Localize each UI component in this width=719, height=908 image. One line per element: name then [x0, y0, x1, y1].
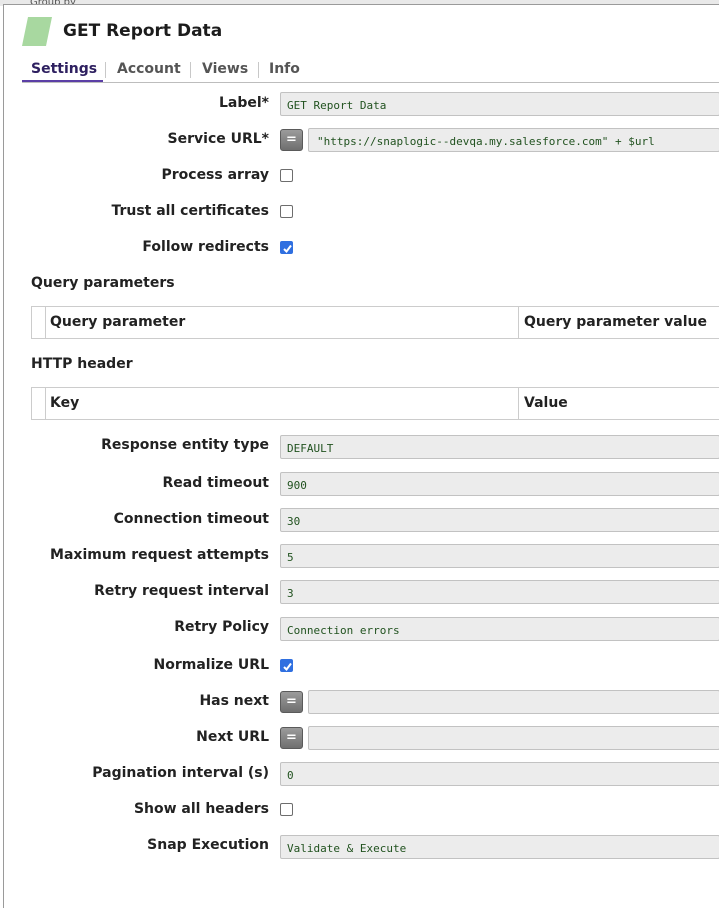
has-next-label: Has next: [199, 693, 269, 709]
column-divider: [518, 388, 519, 419]
snap-execution-label: Snap Execution: [147, 837, 269, 853]
snap-execution-select[interactable]: Validate & Execute: [280, 835, 719, 859]
column-header-value: Value: [524, 395, 568, 411]
next-url-expression-toggle[interactable]: =: [280, 727, 303, 749]
column-divider: [518, 307, 519, 338]
normalize-url-label: Normalize URL: [153, 657, 269, 673]
tab-info[interactable]: Info: [269, 61, 300, 77]
pagination-interval-input[interactable]: 0: [280, 762, 719, 786]
process-array-label: Process array: [161, 167, 269, 183]
column-header-key: Key: [50, 395, 80, 411]
label-field-label: Label*: [218, 95, 269, 111]
trust-all-certificates-label: Trust all certificates: [111, 203, 269, 219]
tab-separator: [258, 62, 259, 78]
has-next-expression-toggle[interactable]: =: [280, 691, 303, 713]
process-array-checkbox[interactable]: [280, 169, 293, 182]
tab-account[interactable]: Account: [117, 61, 181, 77]
read-timeout-input[interactable]: 900: [280, 472, 719, 496]
connection-timeout-input[interactable]: 30: [280, 508, 719, 532]
normalize-url-checkbox[interactable]: [280, 659, 293, 672]
follow-redirects-checkbox[interactable]: [280, 241, 293, 254]
connection-timeout-label: Connection timeout: [113, 511, 269, 527]
retry-request-interval-label: Retry request interval: [94, 583, 269, 599]
maximum-request-attempts-label: Maximum request attempts: [50, 547, 269, 563]
trust-all-certificates-checkbox[interactable]: [280, 205, 293, 218]
service-url-input[interactable]: "https://snaplogic--devqa.my.salesforce.…: [308, 128, 719, 152]
maximum-request-attempts-input[interactable]: 5: [280, 544, 719, 568]
checkmark-icon: [283, 244, 292, 254]
query-parameters-heading: Query parameters: [31, 275, 175, 291]
tab-settings[interactable]: Settings: [31, 61, 97, 77]
follow-redirects-label: Follow redirects: [142, 239, 269, 255]
tab-separator: [105, 62, 106, 78]
retry-policy-label: Retry Policy: [174, 619, 269, 635]
show-all-headers-label: Show all headers: [133, 801, 269, 817]
next-url-input[interactable]: [308, 726, 719, 750]
snap-parallelogram-icon: [22, 17, 52, 46]
active-tab-indicator: [22, 80, 103, 82]
tab-separator: [190, 62, 191, 78]
http-header-table: Key Value: [31, 387, 719, 420]
response-entity-type-label: Response entity type: [101, 437, 269, 453]
column-header-query-parameter: Query parameter: [50, 314, 186, 330]
retry-request-interval-input[interactable]: 3: [280, 580, 719, 604]
row-gutter: [45, 307, 46, 338]
read-timeout-label: Read timeout: [162, 475, 269, 491]
response-entity-type-select[interactable]: DEFAULT: [280, 435, 719, 459]
service-url-expression-toggle[interactable]: =: [280, 129, 303, 151]
show-all-headers-checkbox[interactable]: [280, 803, 293, 816]
http-header-heading: HTTP header: [31, 356, 133, 372]
service-url-label: Service URL*: [167, 131, 269, 147]
retry-policy-select[interactable]: Connection errors: [280, 617, 719, 641]
row-gutter: [45, 388, 46, 419]
dialog-title: GET Report Data: [63, 21, 223, 41]
query-parameters-table: Query parameter Query parameter value: [31, 306, 719, 339]
column-header-query-parameter-value: Query parameter value: [524, 314, 707, 330]
label-input[interactable]: GET Report Data: [280, 92, 719, 116]
has-next-input[interactable]: [308, 690, 719, 714]
checkmark-icon: [283, 662, 292, 672]
next-url-label: Next URL: [196, 729, 269, 745]
pagination-interval-label: Pagination interval (s): [92, 765, 269, 781]
tab-views[interactable]: Views: [202, 61, 248, 77]
tab-bar: Settings Account Views Info: [22, 58, 719, 83]
